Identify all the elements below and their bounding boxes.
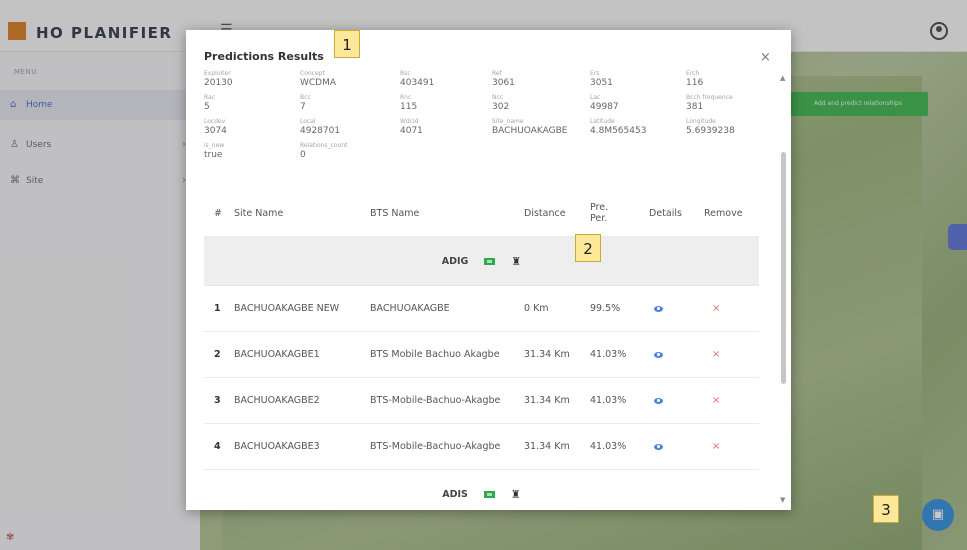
param-item: Concept WCDMA bbox=[300, 70, 337, 88]
scrollbar-thumb[interactable] bbox=[781, 152, 786, 384]
predictions-results-modal: Predictions Results × ▲ ▼ Exploiter 20130… bbox=[186, 30, 791, 510]
row-index: 4 bbox=[214, 440, 221, 452]
row-index: 3 bbox=[214, 394, 221, 406]
row-pre-per: 41.03% bbox=[590, 394, 627, 406]
table-row: 1 BACHUOAKAGBE NEW BACHUOAKAGBE 0 Km 99.… bbox=[204, 286, 759, 332]
row-site-name: BACHUOAKAGBE2 bbox=[234, 394, 320, 406]
row-distance: 0 Km bbox=[524, 302, 549, 314]
modal-title: Predictions Results bbox=[204, 50, 324, 63]
excel-export-icon[interactable] bbox=[483, 490, 495, 498]
remove-button[interactable]: × bbox=[712, 286, 720, 331]
predictions-table: # Site Name BTS Name Distance Pre. Per. … bbox=[204, 190, 759, 510]
details-button[interactable] bbox=[654, 378, 663, 423]
param-item: Locdev 3074 bbox=[204, 118, 227, 136]
group-row-adig: ADIG ♜ bbox=[204, 237, 759, 286]
group-row-adis: ADIS ♜ bbox=[204, 470, 759, 510]
param-item: Bsc 403491 bbox=[400, 70, 435, 88]
param-item: Ers 3051 bbox=[590, 70, 613, 88]
row-site-name: BACHUOAKAGBE1 bbox=[234, 348, 320, 360]
eye-icon[interactable] bbox=[654, 443, 663, 450]
excel-export-icon[interactable] bbox=[484, 257, 496, 265]
callout-2: 2 bbox=[575, 234, 601, 262]
param-item: Relations_count 0 bbox=[300, 142, 348, 160]
row-pre-per: 41.03% bbox=[590, 348, 627, 360]
modal-scrollbar[interactable]: ▲ ▼ bbox=[780, 74, 788, 504]
col-remove-header: Remove bbox=[704, 207, 743, 219]
row-distance: 31.34 Km bbox=[524, 348, 570, 360]
callout-3: 3 bbox=[873, 495, 899, 523]
close-icon[interactable]: × bbox=[760, 50, 771, 65]
row-pre-per: 99.5% bbox=[590, 302, 621, 314]
param-item: is_new true bbox=[204, 142, 225, 160]
group-label: ADIS bbox=[442, 488, 468, 500]
param-item: Rnc 115 bbox=[400, 94, 418, 112]
eye-icon[interactable] bbox=[654, 351, 663, 358]
col-site-name-header: Site Name bbox=[234, 207, 284, 219]
table-header: # Site Name BTS Name Distance Pre. Per. … bbox=[204, 190, 759, 237]
row-index: 2 bbox=[214, 348, 221, 360]
row-bts-name: BTS Mobile Bachuo Akagbe bbox=[370, 348, 500, 360]
param-item: Longitude 5.6939238 bbox=[686, 118, 735, 136]
close-icon[interactable]: × bbox=[712, 349, 720, 361]
table-row: 3 BACHUOAKAGBE2 BTS-Mobile-Bachuo-Akagbe… bbox=[204, 378, 759, 424]
col-index-header: # bbox=[214, 207, 222, 219]
col-distance-header: Distance bbox=[524, 207, 566, 219]
scroll-down-icon[interactable]: ▼ bbox=[780, 496, 785, 504]
col-bts-name-header: BTS Name bbox=[370, 207, 420, 219]
scroll-up-icon[interactable]: ▲ bbox=[780, 74, 785, 82]
remove-button[interactable]: × bbox=[712, 332, 720, 377]
table-row: 2 BACHUOAKAGBE1 BTS Mobile Bachuo Akagbe… bbox=[204, 332, 759, 378]
details-button[interactable] bbox=[654, 332, 663, 377]
row-bts-name: BTS-Mobile-Bachuo-Akagbe bbox=[370, 440, 501, 452]
row-bts-name: BTS-Mobile-Bachuo-Akagbe bbox=[370, 394, 501, 406]
param-item: Exploiter 20130 bbox=[204, 70, 233, 88]
details-button[interactable] bbox=[654, 424, 663, 469]
table-row: 4 BACHUOAKAGBE3 BTS-Mobile-Bachuo-Akagbe… bbox=[204, 424, 759, 470]
row-pre-per: 41.03% bbox=[590, 440, 627, 452]
param-item: Latitude 4.8M565453 bbox=[590, 118, 647, 136]
eye-icon[interactable] bbox=[654, 397, 663, 404]
param-item: Lac 49987 bbox=[590, 94, 619, 112]
param-item: Local 4928701 bbox=[300, 118, 341, 136]
close-icon[interactable]: × bbox=[712, 303, 720, 315]
param-item: Wdcid 4071 bbox=[400, 118, 423, 136]
row-bts-name: BACHUOAKAGBE bbox=[370, 302, 450, 314]
col-pre-per-header: Pre. Per. bbox=[590, 202, 609, 224]
antenna-tower-icon[interactable]: ♜ bbox=[511, 255, 521, 268]
param-item: Rac 5 bbox=[204, 94, 216, 112]
param-item: Site_name BACHUOAKAGBE bbox=[492, 118, 568, 136]
close-icon[interactable]: × bbox=[712, 395, 720, 407]
param-item: Erch 116 bbox=[686, 70, 704, 88]
remove-button[interactable]: × bbox=[712, 378, 720, 423]
row-distance: 31.34 Km bbox=[524, 440, 570, 452]
remove-button[interactable]: × bbox=[712, 424, 720, 469]
details-button[interactable] bbox=[654, 286, 663, 331]
col-details-header: Details bbox=[649, 207, 682, 219]
row-site-name: BACHUOAKAGBE NEW bbox=[234, 302, 340, 314]
group-label: ADIG bbox=[441, 255, 469, 267]
param-item: Ref 3061 bbox=[492, 70, 515, 88]
callout-1: 1 bbox=[334, 30, 360, 58]
row-index: 1 bbox=[214, 302, 221, 314]
row-distance: 31.34 Km bbox=[524, 394, 570, 406]
eye-icon[interactable] bbox=[654, 305, 663, 312]
param-item: Bcch frequence 381 bbox=[686, 94, 733, 112]
param-item: Bcc 7 bbox=[300, 94, 311, 112]
antenna-tower-icon[interactable]: ♜ bbox=[511, 488, 521, 501]
param-item: Ncc 302 bbox=[492, 94, 510, 112]
row-site-name: BACHUOAKAGBE3 bbox=[234, 440, 320, 452]
close-icon[interactable]: × bbox=[712, 441, 720, 453]
